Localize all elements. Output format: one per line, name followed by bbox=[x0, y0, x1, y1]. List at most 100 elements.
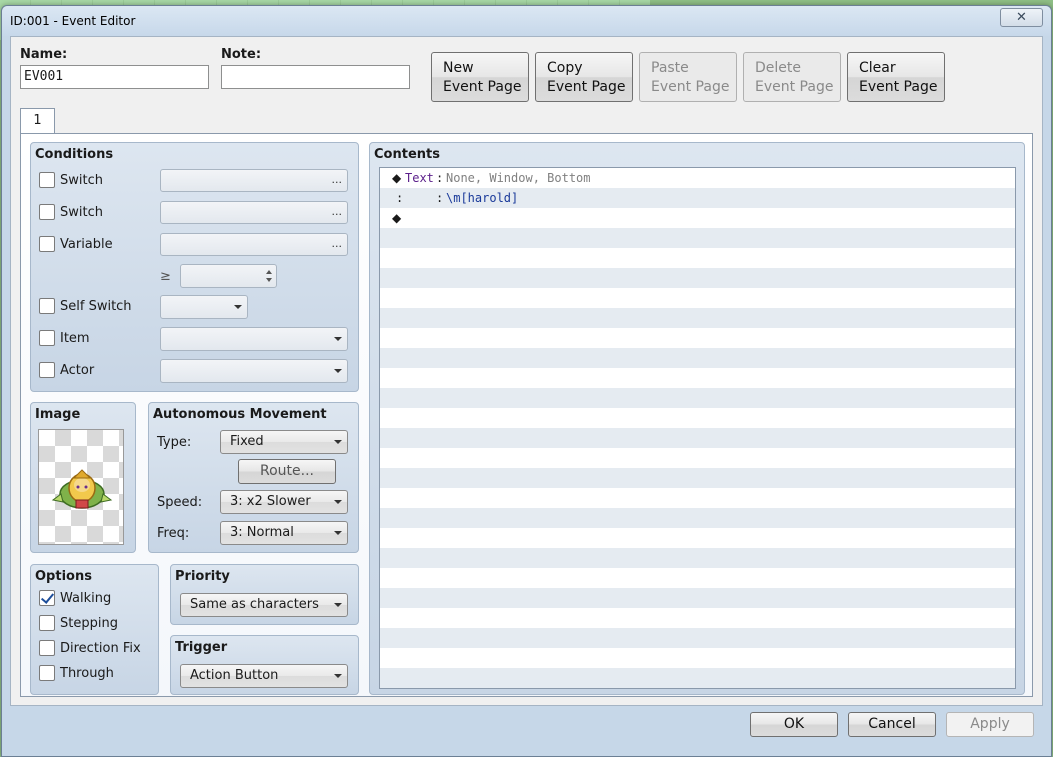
note-label: Note: bbox=[221, 47, 262, 62]
empty-row bbox=[380, 268, 1015, 288]
note-input[interactable] bbox=[221, 65, 410, 89]
ok-button[interactable]: OK bbox=[750, 712, 838, 737]
switch1-label: Switch bbox=[60, 173, 103, 188]
event-editor-window: ID:001 - Event Editor ✕ Name: EV001 Note… bbox=[1, 5, 1052, 757]
self-switch-dropdown[interactable] bbox=[160, 295, 248, 319]
type-label: Type: bbox=[157, 435, 192, 450]
variable-checkbox[interactable] bbox=[39, 236, 55, 252]
variable-field[interactable]: ... bbox=[160, 233, 348, 256]
actor-checkbox[interactable] bbox=[39, 362, 55, 378]
empty-row bbox=[380, 568, 1015, 588]
trigger-dropdown[interactable]: Action Button bbox=[180, 664, 348, 688]
spin-down-icon[interactable] bbox=[266, 278, 272, 282]
chevron-down-icon bbox=[334, 531, 342, 535]
empty-row bbox=[380, 468, 1015, 488]
empty-row bbox=[380, 648, 1015, 668]
empty-row bbox=[380, 388, 1015, 408]
command-marker: ◆ bbox=[392, 211, 402, 225]
movement-freq-dropdown[interactable]: 3: Normal bbox=[220, 521, 348, 545]
tab-page-1[interactable]: 1 bbox=[20, 108, 55, 134]
window-title: ID:001 - Event Editor bbox=[10, 14, 136, 28]
trigger-title: Trigger bbox=[175, 640, 228, 655]
chevron-down-icon bbox=[334, 603, 342, 607]
switch2-field[interactable]: ... bbox=[160, 201, 348, 224]
contents-title: Contents bbox=[374, 147, 440, 162]
close-button[interactable]: ✕ bbox=[1000, 8, 1043, 27]
paste-event-page-button[interactable]: Paste Event Page bbox=[639, 52, 737, 102]
direction-fix-checkbox[interactable] bbox=[39, 640, 55, 656]
clear-event-page-button[interactable]: Clear Event Page bbox=[847, 52, 945, 102]
image-group: Image bbox=[30, 402, 136, 553]
cancel-button[interactable]: Cancel bbox=[848, 712, 936, 737]
priority-dropdown[interactable]: Same as characters bbox=[180, 593, 348, 617]
empty-row bbox=[380, 408, 1015, 428]
copy-event-page-button[interactable]: Copy Event Page bbox=[535, 52, 633, 102]
apply-button[interactable]: Apply bbox=[946, 712, 1034, 737]
route-button[interactable]: Route... bbox=[238, 459, 336, 484]
variable-value-spinner[interactable] bbox=[180, 264, 277, 288]
command-row[interactable]: : : \m[harold] bbox=[380, 188, 1015, 208]
empty-row bbox=[380, 548, 1015, 568]
trigger-group: Trigger Action Button bbox=[170, 635, 359, 695]
chevron-down-icon bbox=[334, 500, 342, 504]
empty-row bbox=[380, 508, 1015, 528]
empty-row bbox=[380, 248, 1015, 268]
movement-speed-dropdown[interactable]: 3: x2 Slower bbox=[220, 490, 348, 514]
self-switch-label: Self Switch bbox=[60, 299, 132, 314]
switch2-checkbox[interactable] bbox=[39, 204, 55, 220]
name-input[interactable]: EV001 bbox=[20, 65, 209, 89]
harold-sprite-icon bbox=[51, 469, 113, 509]
empty-row bbox=[380, 528, 1015, 548]
event-command-list[interactable]: ◆ Text : None, Window, Bottom : : \m[har… bbox=[379, 167, 1016, 689]
variable-label: Variable bbox=[60, 237, 113, 252]
through-checkbox[interactable] bbox=[39, 665, 55, 681]
movement-type-dropdown[interactable]: Fixed bbox=[220, 430, 348, 454]
delete-event-page-button[interactable]: Delete Event Page bbox=[743, 52, 841, 102]
empty-row bbox=[380, 228, 1015, 248]
image-title: Image bbox=[35, 407, 81, 422]
autonomous-movement-title: Autonomous Movement bbox=[153, 407, 327, 422]
empty-row bbox=[380, 368, 1015, 388]
chevron-down-icon bbox=[334, 337, 342, 341]
item-checkbox[interactable] bbox=[39, 330, 55, 346]
stepping-checkbox[interactable] bbox=[39, 615, 55, 631]
conditions-title: Conditions bbox=[35, 147, 114, 162]
stepping-label: Stepping bbox=[60, 616, 118, 631]
self-switch-checkbox[interactable] bbox=[39, 298, 55, 314]
switch1-field[interactable]: ... bbox=[160, 169, 348, 192]
item-dropdown[interactable] bbox=[160, 327, 348, 351]
empty-row bbox=[380, 348, 1015, 368]
autonomous-movement-group: Autonomous Movement Type: Fixed Route...… bbox=[148, 402, 359, 553]
empty-row bbox=[380, 608, 1015, 628]
walking-label: Walking bbox=[60, 591, 112, 606]
switch1-checkbox[interactable] bbox=[39, 172, 55, 188]
priority-group: Priority Same as characters bbox=[170, 564, 359, 625]
name-label: Name: bbox=[20, 47, 68, 62]
command-row[interactable]: ◆ Text : None, Window, Bottom bbox=[380, 168, 1015, 188]
empty-row bbox=[380, 428, 1015, 448]
conditions-group: Conditions Switch ... Switch ... Variabl… bbox=[30, 142, 359, 392]
command-separator: : bbox=[436, 191, 444, 205]
editor-client-area: Name: EV001 Note: New Event Page Copy Even… bbox=[10, 36, 1043, 706]
empty-row bbox=[380, 308, 1015, 328]
chevron-down-icon bbox=[334, 369, 342, 373]
actor-label: Actor bbox=[60, 363, 95, 378]
title-bar: ID:001 - Event Editor ✕ bbox=[2, 6, 1051, 36]
command-marker: : bbox=[396, 191, 404, 205]
options-group: Options Walking Stepping Direction Fix T… bbox=[30, 564, 159, 695]
command-marker: ◆ bbox=[392, 171, 402, 185]
spin-up-icon[interactable] bbox=[266, 270, 272, 274]
options-title: Options bbox=[35, 569, 92, 584]
command-separator: : bbox=[436, 171, 444, 185]
direction-fix-label: Direction Fix bbox=[60, 641, 141, 656]
new-event-page-button[interactable]: New Event Page bbox=[431, 52, 529, 102]
chevron-down-icon bbox=[234, 305, 242, 309]
empty-row bbox=[380, 628, 1015, 648]
empty-row bbox=[380, 448, 1015, 468]
command-row[interactable]: ◆ bbox=[380, 208, 1015, 228]
actor-dropdown[interactable] bbox=[160, 359, 348, 383]
walking-checkbox[interactable] bbox=[39, 590, 55, 606]
command-args: None, Window, Bottom bbox=[446, 171, 591, 185]
empty-row bbox=[380, 328, 1015, 348]
event-image-preview[interactable] bbox=[38, 429, 124, 545]
